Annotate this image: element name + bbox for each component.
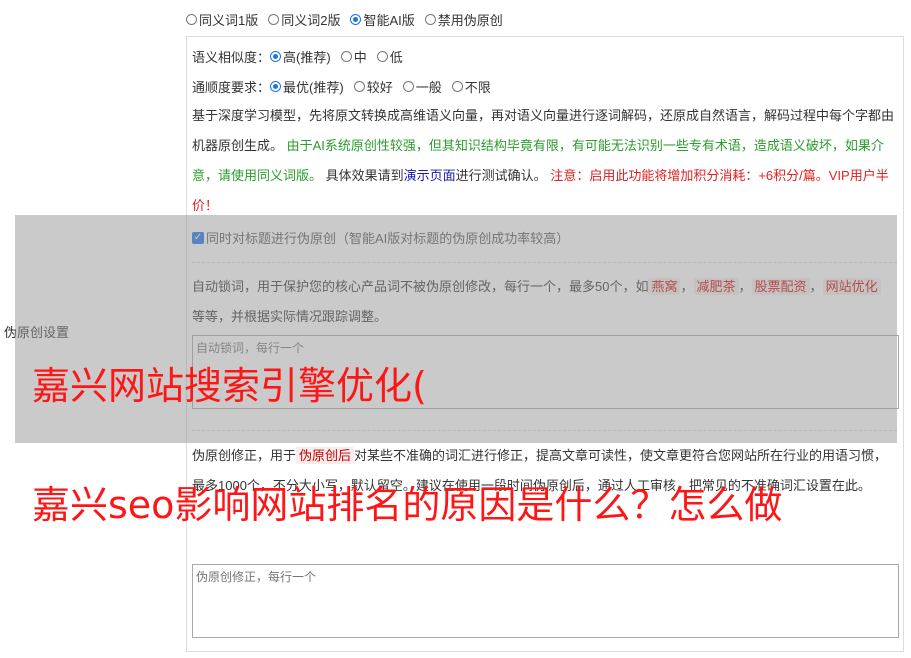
- similarity-medium[interactable]: 中: [340, 47, 367, 66]
- similarity-low[interactable]: 低: [376, 47, 403, 66]
- fluency-any[interactable]: 不限: [451, 77, 491, 96]
- radio-icon: [402, 81, 414, 92]
- demo-page-link[interactable]: 演示页面: [404, 168, 456, 183]
- radio-icon: [340, 51, 352, 62]
- mode-option-synonym2[interactable]: 同义词2版: [268, 10, 340, 29]
- fluency-good[interactable]: 较好: [353, 77, 393, 96]
- fix-words-input[interactable]: [192, 564, 899, 638]
- radio-icon: [186, 14, 197, 25]
- mode-option-disable[interactable]: 禁用伪原创: [424, 10, 503, 29]
- mode-option-synonym1[interactable]: 同义词1版: [186, 10, 258, 29]
- overlay-title-line2: 嘉兴seo影响网站排名的原因是什么？怎么做: [32, 483, 783, 527]
- radio-selected-icon: [270, 51, 282, 62]
- fix-chip: 伪原创后: [296, 447, 355, 464]
- fluency-normal[interactable]: 一般: [402, 77, 442, 96]
- radio-selected-icon: [270, 81, 282, 92]
- similarity-high[interactable]: 高(推荐): [270, 47, 331, 66]
- radio-selected-icon: [350, 14, 362, 25]
- fluency-row: 通顺度要求： 最优(推荐) 较好 一般 不限: [192, 77, 501, 96]
- radio-icon: [376, 51, 388, 62]
- radio-icon: [451, 81, 463, 92]
- similarity-row: 语义相似度： 高(推荐) 中 低: [192, 47, 413, 66]
- radio-icon: [353, 81, 365, 92]
- ai-description: 基于深度学习模型，先将原文转换成高维语义向量，再对语义向量进行逐词解码，还原成自…: [192, 108, 895, 213]
- mode-option-ai[interactable]: 智能AI版: [350, 10, 415, 29]
- fluency-best[interactable]: 最优(推荐): [270, 77, 344, 96]
- mode-radio-group: 同义词1版 同义词2版 智能AI版 禁用伪原创: [186, 10, 513, 29]
- overlay-title-line1: 嘉兴网站搜索引擎优化(: [32, 364, 427, 408]
- radio-icon: [268, 14, 280, 25]
- radio-icon: [424, 14, 436, 25]
